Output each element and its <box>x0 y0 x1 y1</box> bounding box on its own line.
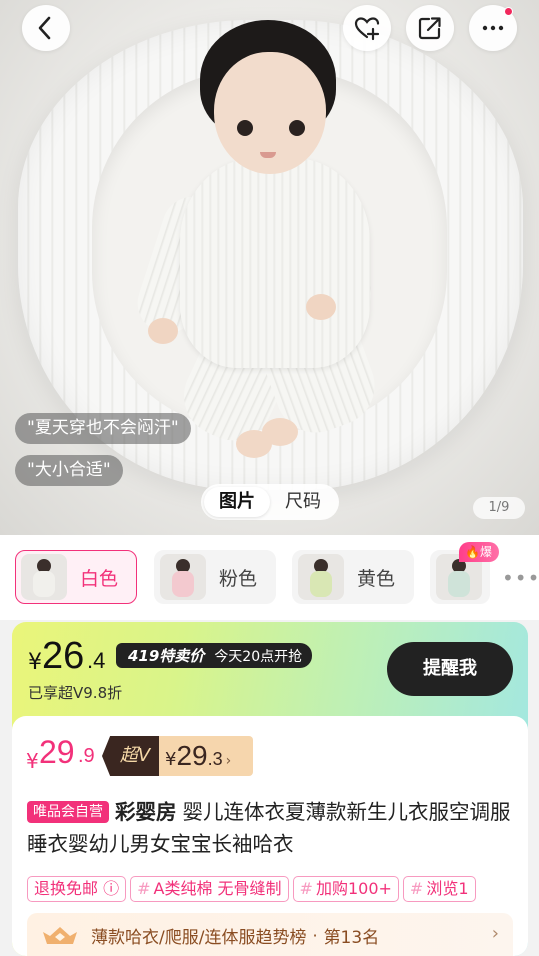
vip-self-operated-badge: 唯品会自营 <box>27 801 109 823</box>
chevron-right-icon: › <box>225 753 232 769</box>
tab-images[interactable]: 图片 <box>204 487 270 517</box>
product-photo-romper <box>180 158 370 368</box>
color-option-pink[interactable]: 粉色 <box>154 550 276 604</box>
tag-label: 浏览1 <box>426 879 469 898</box>
more-icon <box>482 25 504 31</box>
tag-label: A类纯棉 无骨缝制 <box>153 879 282 898</box>
sale-price-integer: 26 <box>42 635 85 677</box>
color-thumbnail <box>21 554 67 600</box>
feature-tag[interactable]: # 浏览1 <box>402 876 476 902</box>
brand-name[interactable]: 彩婴房 <box>115 800 177 824</box>
hot-badge-label: 爆 <box>479 545 492 559</box>
hash-icon: # <box>137 879 151 898</box>
tag-label: 退换免邮 ⓘ <box>34 879 120 898</box>
price-decimal: .9 <box>78 745 95 767</box>
free-return-tag[interactable]: 退换免邮 ⓘ <box>27 876 127 902</box>
color-option-white[interactable]: 白色 <box>15 550 137 604</box>
product-title: 唯品会自营 彩婴房 婴儿连体衣夏薄款新生儿衣服空调服睡衣婴幼儿男女宝宝长袖哈衣 <box>27 796 517 860</box>
notification-dot <box>504 7 513 16</box>
hash-icon: # <box>409 879 424 898</box>
super-v-price-integer: 29 <box>176 740 208 771</box>
gallery-page-indicator: 1/9 <box>473 497 525 519</box>
flash-sale-name: 419特卖价 <box>128 647 205 665</box>
feature-tag[interactable]: # 加购100+ <box>292 876 399 902</box>
product-info-sheet: ¥ 29 .9 超V ¥ 29 .3 › 唯品会自营 彩婴房 婴儿连体衣夏薄款新生儿… <box>12 716 528 956</box>
product-image-gallery[interactable]: "夏天穿也不会闷汗" "大小合适" 图片 尺码 1/9 <box>0 0 539 535</box>
super-v-price-button[interactable]: ¥ 29 .3 › <box>159 736 253 776</box>
ranking-banner[interactable]: 薄款哈衣/爬服/连体服趋势榜 · 第13名 › <box>27 913 513 956</box>
tag-label: 加购100+ <box>315 879 392 898</box>
flash-sale-time: 今天20点开抢 <box>214 648 303 665</box>
ranking-separator: · <box>312 925 318 945</box>
share-icon <box>418 17 441 40</box>
crown-icon <box>43 927 77 944</box>
super-v-currency: ¥ <box>165 749 177 770</box>
hot-badge: 🔥爆 <box>459 542 499 562</box>
flash-sale-tag: 419特卖价 今天20点开抢 <box>116 643 313 668</box>
price-card: ¥ 26 .4 419特卖价 今天20点开抢 已享超V9.8折 提醒我 ¥ 29… <box>12 622 528 956</box>
share-button[interactable] <box>406 5 454 51</box>
gallery-segment-control: 图片 尺码 <box>201 484 339 520</box>
tab-size[interactable]: 尺码 <box>270 487 336 517</box>
color-thumbnail <box>160 554 206 600</box>
back-icon <box>38 16 51 40</box>
color-selector: 白色 粉色 黄色 <box>0 535 539 620</box>
chevron-right-icon: › <box>491 923 499 944</box>
sale-price-currency: ¥ <box>28 650 42 675</box>
product-photo-eye <box>289 120 305 136</box>
more-colors-icon[interactable]: ••• <box>502 566 539 590</box>
price-currency: ¥ <box>26 749 39 773</box>
product-photo-hand <box>148 318 178 344</box>
more-button[interactable] <box>469 5 517 51</box>
super-v-badge: 超V <box>102 736 160 776</box>
feature-tags: 退换免邮 ⓘ # A类纯棉 无骨缝制 # 加购100+ # 浏览1 <box>27 876 527 904</box>
color-option-label: 黄色 <box>357 567 396 590</box>
favorite-button[interactable] <box>343 5 391 51</box>
remind-me-button[interactable]: 提醒我 <box>387 642 513 696</box>
review-highlight-tag[interactable]: "大小合适" <box>15 455 123 486</box>
price-integer: 29 <box>39 734 75 770</box>
vip-discount-note: 已享超V9.8折 <box>28 684 123 702</box>
review-highlight-tag[interactable]: "夏天穿也不会闷汗" <box>15 413 191 444</box>
color-option-yellow[interactable]: 黄色 <box>292 550 414 604</box>
fire-icon: 🔥 <box>465 545 480 559</box>
color-thumbnail <box>298 554 344 600</box>
color-option-label: 白色 <box>80 567 119 590</box>
ranking-category: 薄款哈衣/爬服/连体服趋势榜 <box>91 927 307 948</box>
feature-tag[interactable]: # A类纯棉 无骨缝制 <box>130 876 289 902</box>
product-photo-eye <box>237 120 253 136</box>
product-photo-foot <box>262 418 298 446</box>
favorite-add-icon <box>354 17 380 41</box>
super-v-price-decimal: .3 <box>207 749 223 769</box>
sale-price-decimal: .4 <box>87 648 106 673</box>
hash-icon: # <box>299 879 313 898</box>
product-photo-hand <box>306 294 336 320</box>
ranking-position: 第13名 <box>323 927 380 948</box>
back-button[interactable] <box>22 5 70 51</box>
color-option-label: 粉色 <box>219 567 258 590</box>
